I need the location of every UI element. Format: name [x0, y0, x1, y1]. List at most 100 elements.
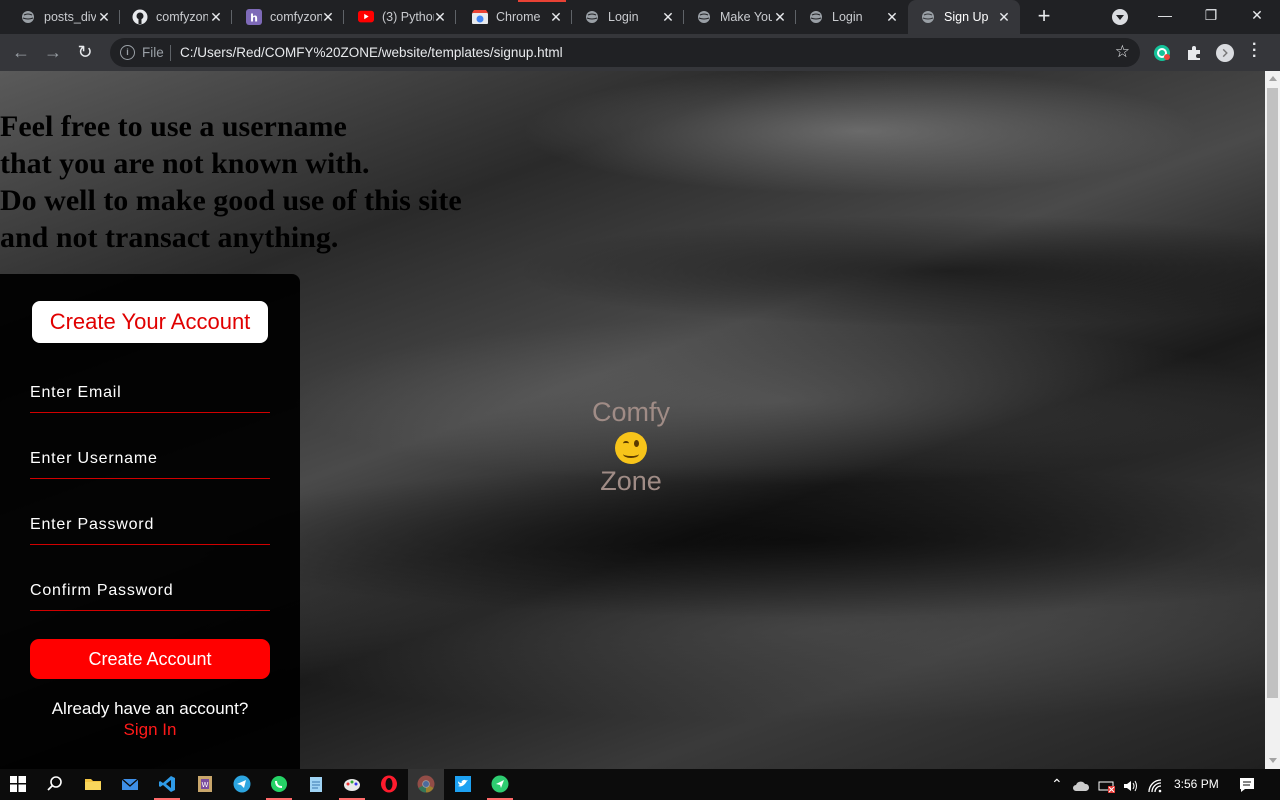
email-field[interactable] — [30, 378, 270, 408]
wifi-icon[interactable] — [1147, 777, 1165, 795]
active-app-highlight — [408, 769, 444, 800]
restore-button[interactable]: ❐ — [1188, 0, 1234, 32]
tab-comfyzone-github[interactable]: comfyzone ✕ — [120, 0, 232, 34]
logo-top-text: Comfy — [591, 397, 670, 427]
clock-time[interactable]: 3:56 PM — [1174, 777, 1219, 791]
tab-label: Chrome — [496, 10, 541, 24]
extensions-puzzle-icon[interactable] — [1185, 44, 1203, 62]
confirm-password-field-wrapper — [30, 576, 270, 611]
password-field[interactable] — [30, 510, 270, 540]
globe-icon — [920, 9, 936, 25]
intro-line: that you are not known with. — [0, 147, 370, 180]
globe-icon — [20, 9, 36, 25]
tab-chrome[interactable]: Chrome ✕ — [456, 0, 572, 34]
opera-icon[interactable] — [380, 775, 398, 793]
url-text[interactable]: C:/Users/Red/COMFY%20ZONE/website/templa… — [180, 45, 563, 60]
close-icon[interactable]: ✕ — [208, 9, 224, 25]
tab-strip: posts_div ✕ comfyzone ✕ h comfyzone ✕ (3… — [0, 0, 1280, 34]
tab-search-icon[interactable] — [1112, 9, 1128, 25]
windows-taskbar: W ⌃ 3:56 PM — [0, 769, 1280, 800]
volume-icon[interactable] — [1122, 777, 1140, 795]
telegram-icon[interactable] — [233, 775, 251, 793]
windows-start-icon[interactable] — [10, 776, 26, 792]
password-field-wrapper — [30, 510, 270, 545]
info-icon[interactable]: i — [120, 45, 135, 60]
username-field[interactable] — [30, 444, 270, 474]
scroll-thumb[interactable] — [1267, 88, 1278, 698]
vpn-app-icon[interactable] — [491, 775, 509, 793]
create-account-button[interactable]: Create Account — [30, 639, 270, 679]
logo-bottom-text: Zone — [600, 466, 662, 496]
close-icon[interactable]: ✕ — [96, 9, 112, 25]
close-window-button[interactable]: ✕ — [1234, 0, 1280, 32]
reload-button[interactable]: ↻ — [74, 42, 96, 64]
close-icon[interactable]: ✕ — [884, 9, 900, 25]
scroll-down-arrow-icon[interactable] — [1269, 758, 1277, 763]
youtube-icon — [358, 9, 374, 25]
audio-indicator — [518, 0, 566, 2]
close-icon[interactable]: ✕ — [432, 9, 448, 25]
svg-text:h: h — [250, 12, 258, 25]
intro-line: Feel free to use a username — [0, 110, 347, 143]
page-background: Feel free to use a username that you are… — [0, 71, 1265, 769]
tab-label: comfyzone — [270, 10, 322, 24]
tab-label: posts_div — [44, 10, 96, 24]
address-bar[interactable]: i File C:/Users/Red/COMFY%20ZONE/website… — [110, 38, 1140, 67]
onedrive-icon[interactable] — [1072, 777, 1090, 795]
scroll-up-arrow-icon[interactable] — [1269, 76, 1277, 81]
grammarly-extension-icon[interactable] — [1153, 44, 1171, 62]
confirm-password-field[interactable] — [30, 576, 270, 606]
close-icon[interactable]: ✕ — [996, 9, 1012, 25]
tab-comfyzone-heroku[interactable]: h comfyzone ✕ — [232, 0, 344, 34]
intro-line: and not transact anything. — [0, 221, 339, 254]
whatsapp-icon[interactable] — [270, 775, 288, 793]
tab-login-1[interactable]: Login ✕ — [572, 0, 684, 34]
new-tab-button[interactable]: + — [1032, 5, 1056, 29]
bookmark-star-icon[interactable]: ☆ — [1115, 42, 1130, 62]
close-icon[interactable]: ✕ — [548, 9, 564, 25]
browser-toolbar: ← → ↻ i File C:/Users/Red/COMFY%20ZONE/w… — [0, 34, 1280, 71]
search-icon[interactable] — [46, 775, 64, 793]
vscode-icon[interactable] — [158, 775, 176, 793]
sign-in-link[interactable]: Sign In — [0, 720, 300, 740]
github-icon — [132, 9, 148, 25]
mail-icon[interactable] — [121, 775, 139, 793]
close-icon[interactable]: ✕ — [320, 9, 336, 25]
tab-label: Sign Up — [944, 10, 989, 24]
forward-button[interactable]: → — [42, 42, 64, 64]
tab-youtube-python[interactable]: (3) Python ✕ — [344, 0, 456, 34]
winking-face-icon — [615, 432, 647, 464]
tab-label: (3) Python — [382, 10, 434, 24]
chrome-menu-icon[interactable]: · · · — [1252, 37, 1257, 65]
close-icon[interactable]: ✕ — [660, 9, 676, 25]
heroku-icon: h — [246, 9, 262, 25]
back-button[interactable]: ← — [10, 42, 32, 64]
address-divider — [170, 45, 171, 61]
profile-avatar[interactable] — [1216, 44, 1234, 62]
minimize-button[interactable]: — — [1142, 0, 1188, 32]
file-explorer-icon[interactable] — [84, 775, 102, 793]
tab-label: comfyzone — [156, 10, 208, 24]
tab-make-your[interactable]: Make Your ✕ — [684, 0, 796, 34]
close-icon[interactable]: ✕ — [772, 9, 788, 25]
paint-icon[interactable] — [343, 775, 361, 793]
scheme-label: File — [142, 45, 164, 60]
intro-line: Do well to make good use of this site — [0, 184, 462, 217]
winrar-icon[interactable]: W — [196, 775, 214, 793]
globe-icon — [696, 9, 712, 25]
signup-form: Create Your Account Create Account Alrea… — [0, 274, 300, 769]
notifications-icon[interactable] — [1238, 776, 1256, 794]
chrome-web-store-icon — [472, 9, 488, 25]
svg-text:W: W — [202, 781, 209, 789]
tab-posts-div[interactable]: posts_div ✕ — [0, 0, 120, 34]
battery-icon[interactable] — [1098, 777, 1116, 795]
tab-sign-up[interactable]: Sign Up ✕ — [908, 0, 1020, 34]
notepad-icon[interactable] — [307, 775, 325, 793]
globe-icon — [808, 9, 824, 25]
tab-login-2[interactable]: Login ✕ — [796, 0, 908, 34]
twitter-app-icon[interactable] — [454, 775, 472, 793]
already-have-account-text: Already have an account? — [51, 699, 249, 718]
site-logo: Comfy Zone — [560, 397, 702, 497]
globe-icon — [584, 9, 600, 25]
chevron-up-icon[interactable]: ⌃ — [1051, 776, 1063, 793]
